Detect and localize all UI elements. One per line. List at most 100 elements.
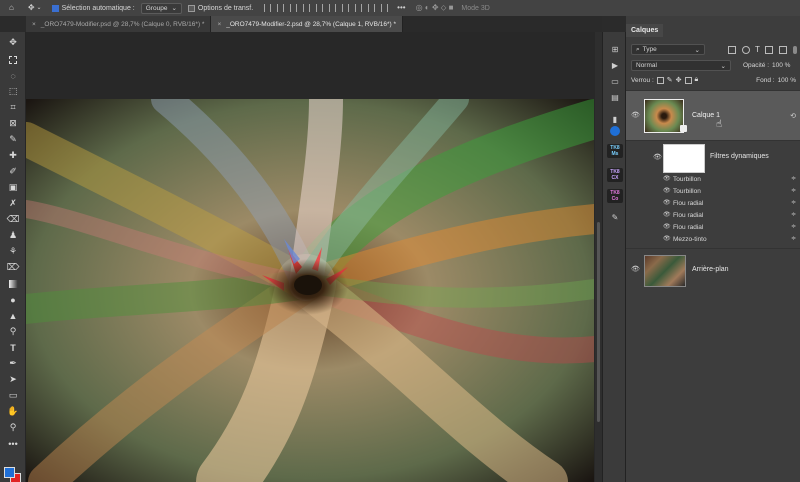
tab-document-2[interactable]: × _ORO7479-Modifier-2.psd @ 28,7% (Calqu… [211,16,404,32]
info-panel-icon[interactable]: ⊞ [607,42,623,56]
visibility-eye-icon[interactable]: 👁︎ [663,186,671,197]
visibility-eye-icon[interactable]: 👁︎ [663,174,671,185]
pixel-filter-icon[interactable] [728,45,736,54]
visibility-eye-icon[interactable]: 👁︎ [653,154,663,162]
canvas-vertical-scrollbar[interactable] [595,32,602,482]
layer-filter-icons[interactable]: T [725,45,797,54]
pen-tool-icon[interactable]: ✒ [5,357,21,370]
type-filter-icon[interactable]: T [755,45,760,54]
brush-tool-icon[interactable]: ✐ [5,165,21,178]
foreground-color-swatch[interactable] [4,467,15,478]
layer-filter-dropdown[interactable]: ⌕ Type ⌄ [631,44,705,55]
close-icon[interactable]: × [217,21,221,28]
canvas-image[interactable] [26,99,594,482]
tk8-cx-plugin-icon[interactable]: TK8 CX [607,168,623,182]
smart-filter-row[interactable]: 👁︎ Tourbillon ≑ [663,174,800,185]
blur-tool-icon[interactable]: ● [5,293,21,306]
gradient-tool-icon[interactable] [5,277,21,290]
smart-filter-row[interactable]: 👁︎ Flou radial ≑ [663,222,800,233]
layer-row-calque-1[interactable]: 👁︎ Calque 1 ☝︎ ⟲ [626,90,800,140]
path-select-tool-icon[interactable]: ➤ [5,373,21,386]
smart-filter-row[interactable]: 👁︎ Flou radial ≑ [663,198,800,209]
adjustment-filter-icon[interactable] [742,45,750,54]
adjustments-icon[interactable] [607,124,623,138]
smart-filters-icon[interactable]: ⟲ [790,112,796,120]
fill-value[interactable]: 100 % [778,77,796,84]
history-brush-icon[interactable]: ✗ [5,197,21,210]
scrollbar-thumb[interactable] [597,222,600,422]
lasso-tool-icon[interactable]: ◌ [5,69,21,82]
transform-options-checkbox[interactable]: Options de transf. [187,0,253,16]
actions-play-icon[interactable]: ▶ [607,58,623,72]
visibility-eye-icon[interactable]: 👁︎ [663,234,671,245]
visibility-eye-icon[interactable]: 👁︎ [631,112,641,120]
dodge-tool-icon[interactable]: ▲ [5,309,21,322]
pen-eraser-icon[interactable]: ⌦ [5,261,21,274]
burn-tool-icon[interactable]: ⚲ [5,325,21,338]
smart-filter-row[interactable]: 👁︎ Tourbillon ≑ [663,186,800,197]
close-icon[interactable]: × [32,21,36,28]
healing-brush-icon[interactable]: ✚ [5,149,21,162]
blending-options-icon[interactable]: ≑ [791,186,796,197]
canvas-area[interactable] [26,32,602,482]
search-icon: ⌕ [636,45,640,53]
shape-filter-icon[interactable] [764,45,773,54]
smart-object-filter-icon[interactable] [778,45,787,54]
frame-tool-icon[interactable]: ⊠ [5,117,21,130]
blending-options-icon[interactable]: ≑ [791,198,796,209]
blending-options-icon[interactable]: ≑ [791,210,796,221]
fill-label: Fond : [756,76,775,84]
auto-select-dropdown[interactable]: Groupe ⌄ [140,0,182,16]
eraser-tool-icon[interactable]: ⌫ [5,213,21,226]
blend-mode-dropdown[interactable]: Normal ⌄ [631,60,731,71]
marquee-tool-icon[interactable] [5,53,21,66]
layer-name[interactable]: Calque 1 [692,112,720,119]
blending-options-icon[interactable]: ≑ [791,222,796,233]
lock-pixels-icon[interactable] [656,76,664,84]
lock-position-icon[interactable]: ✥ [676,76,682,84]
align-icons[interactable] [261,0,391,16]
layer-row-background[interactable]: 👁︎ Arrière-plan [626,248,800,292]
blending-options-icon[interactable]: ≑ [791,174,796,185]
filter-toggle-icon[interactable] [792,45,797,54]
comments-icon[interactable]: ▤ [607,90,623,104]
layer-thumbnail [644,99,684,133]
tk8-co-plugin-icon[interactable]: TK8 Co [607,189,623,203]
pattern-tool-icon[interactable]: ⚘ [5,245,21,258]
smart-filter-row[interactable]: 👁︎ Mezzo-tinto ≑ [663,234,800,245]
move-tool-icon[interactable]: ✥ [5,36,21,49]
blend-opacity-row: Normal ⌄ Opacité : 100 % [626,60,800,71]
lock-image-icon[interactable]: ✎ [667,76,673,84]
visibility-eye-icon[interactable]: 👁︎ [663,222,671,233]
visibility-eye-icon[interactable]: 👁︎ [631,266,641,274]
move-tool-icon[interactable]: ✥ ⌄ [28,0,42,16]
layer-row-smart-filters[interactable]: 👁︎ Filtres dynamiques [626,140,800,174]
object-select-tool-icon[interactable]: ⬚ [5,85,21,98]
properties-icon[interactable]: ▭ [607,74,623,88]
more-options-icon[interactable]: ••• [397,0,405,16]
visibility-eye-icon[interactable]: 👁︎ [663,210,671,221]
tk8-masks-plugin-icon[interactable]: TK8 Ms [607,144,623,158]
brush-settings-icon[interactable]: ✎ [607,210,623,224]
layer-name[interactable]: Arrière-plan [692,266,729,273]
blending-options-icon[interactable]: ≑ [791,234,796,245]
zoom-tool-icon[interactable]: ⚲ [5,421,21,434]
opacity-value[interactable]: 100 % [772,62,790,69]
eyedropper-tool-icon[interactable]: ✎ [5,133,21,146]
shape-tool-icon[interactable]: ▭ [5,389,21,402]
auto-select-checkbox[interactable]: Sélection automatique : [51,0,135,16]
hand-tool-icon[interactable]: ✋ [5,405,21,418]
home-icon[interactable]: ⌂ [9,0,14,16]
lock-all-icon[interactable]: 🔒︎ [695,76,699,84]
lock-artboard-icon[interactable] [684,76,692,84]
smart-filter-row[interactable]: 👁︎ Flou radial ≑ [663,210,800,221]
tab-layers[interactable]: Calques [626,24,664,37]
clone-tool-icon[interactable]: ♟ [5,229,21,242]
stamp-tool-icon[interactable]: ▣ [5,181,21,194]
tab-document-1[interactable]: × _ORO7479-Modifier.psd @ 28,7% (Calque … [26,16,212,32]
crop-tool-icon[interactable]: ⌗ [5,101,21,114]
3d-tool-icons[interactable]: ◎ ◐ ✥ ⬦ ■ [416,0,454,16]
more-tools-icon[interactable]: ••• [5,437,21,450]
type-tool-icon[interactable]: T [5,341,21,354]
visibility-eye-icon[interactable]: 👁︎ [663,198,671,209]
